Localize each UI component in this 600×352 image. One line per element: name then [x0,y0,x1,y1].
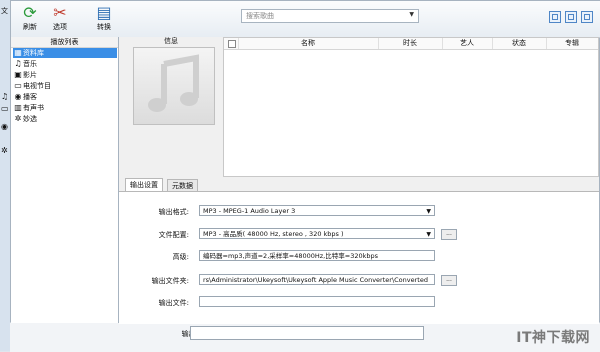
output-format-value: MP3 - MPEG-1 Audio Layer 3 [203,207,296,215]
toolbar: ⟳ 刷新 ✂ 选项 ▤ 转换 搜索歌曲 ▼ [11,1,600,38]
music-note-icon: ♫ [1,92,9,101]
music-note-icon: ♫ [14,59,22,68]
playlist-item-label: 影片 [23,71,37,79]
maximize-button[interactable] [565,11,577,23]
background-output-file-field[interactable] [190,326,424,340]
tab-output-settings[interactable]: 输出设置 [125,178,163,192]
output-format-label: 输出格式: [158,208,189,216]
advanced-label: 高级: [172,253,189,261]
close-button[interactable] [581,11,593,23]
playlist-item-music[interactable]: ♫音乐 [13,59,117,69]
convert-label: 转换 [97,23,111,31]
background-title-fragment: 文 [1,7,8,15]
output-file-field[interactable] [199,296,435,307]
maximize-icon [568,14,574,20]
playlist-item-label: 音乐 [23,60,37,68]
podcast-icon: ◉ [1,122,8,131]
search-input[interactable]: 搜索歌曲 ▼ [241,9,419,23]
book-icon: ▥ [14,103,22,112]
tools-icon: ✂ [53,3,67,22]
chevron-down-icon: ▼ [426,231,431,238]
info-title: 信息 [164,37,178,45]
advanced-value: 编码器=mp3,声道=2,采样率=48000Hz,比特率=320kbps [203,252,378,260]
options-label: 选项 [53,23,67,31]
close-icon [584,14,590,20]
playlist-item-tv-shows[interactable]: ▭电视节目 [13,81,117,91]
convert-icon: ▤ [96,3,112,22]
settings-tabs: 输出设置 元数据 [119,177,599,192]
track-table: 名称 时长 艺人 状态 专辑 [223,37,599,177]
background-output-area: 输出文件: IT神下载网 [10,322,600,352]
minimize-button[interactable] [549,11,561,23]
column-status[interactable]: 状态 [492,38,547,49]
playlist-item-label: 播客 [23,93,37,101]
gear-icon: ✲ [14,114,22,123]
search-placeholder: 搜索歌曲 [246,12,274,20]
column-name[interactable]: 名称 [238,38,379,49]
library-icon: ▦ [14,48,22,57]
refresh-button[interactable]: ⟳ 刷新 [15,3,45,35]
playlist-item-podcasts[interactable]: ◉ 播客 [13,92,117,102]
output-folder-field[interactable]: rs\Administrator\Ukeysoft\Ukeysoft Apple… [199,274,435,285]
profile-value: MP3 - 高品质( 48000 Hz, stereo , 320 kbps ) [203,230,344,238]
table-header: 名称 时长 艺人 状态 专辑 [224,38,598,50]
watermark: IT神下载网 [516,330,590,346]
advanced-field[interactable]: 编码器=mp3,声道=2,采样率=48000Hz,比特率=320kbps [199,250,435,261]
refresh-icon: ⟳ [23,3,37,22]
output-settings-panel: 输出格式: MP3 - MPEG-1 Audio Layer 3 ▼ 文件配置:… [119,191,599,324]
profile-select[interactable]: MP3 - 高品质( 48000 Hz, stereo , 320 kbps )… [199,228,435,239]
output-folder-label: 输出文件夹: [151,277,189,285]
playlist-item-genius[interactable]: ✲ 妙选 [13,114,117,124]
profile-more-button[interactable]: ... [441,229,457,240]
film-icon: ▣ [14,70,22,79]
output-format-select[interactable]: MP3 - MPEG-1 Audio Layer 3 ▼ [199,205,435,216]
playlist-item-label: 资料库 [23,49,44,57]
refresh-label: 刷新 [23,23,37,31]
playlist-panel: 播放列表 ▦资料库 ♫音乐 ▣影片 ▭电视节目 ◉ 播客 ▥有声书 ✲ 妙选 [11,37,119,323]
column-album[interactable]: 专辑 [546,38,598,49]
music-note-icon [148,54,199,112]
info-panel: 信息 [119,37,223,177]
output-folder-value: rs\Administrator\Ukeysoft\Ukeysoft Apple… [203,276,428,284]
column-artist[interactable]: 艺人 [442,38,493,49]
playlist-item-movies[interactable]: ▣影片 [13,70,117,80]
album-art [133,47,215,125]
chevron-down-icon[interactable]: ▼ [409,11,414,18]
options-button[interactable]: ✂ 选项 [45,3,75,35]
profile-label: 文件配置: [158,231,189,239]
chevron-down-icon: ▼ [426,208,431,215]
converter-window: ⟳ 刷新 ✂ 选项 ▤ 转换 搜索歌曲 ▼ 播放列表 ▦资料库 ♫音乐 ▣影片 [10,0,600,324]
playlist-item-label: 电视节目 [23,82,51,90]
playlist-item-label: 妙选 [23,115,37,123]
tv-icon: ▭ [1,104,9,113]
playlist-item-library[interactable]: ▦资料库 [13,48,117,58]
minimize-icon [552,14,558,20]
playlist-header: 播放列表 [11,37,118,48]
select-all-checkbox[interactable] [228,40,236,48]
podcast-icon: ◉ [14,92,22,101]
convert-button[interactable]: ▤ 转换 [89,3,119,35]
tv-icon: ▭ [14,81,22,90]
playlist-item-audiobooks[interactable]: ▥有声书 [13,103,117,113]
column-duration[interactable]: 时长 [378,38,443,49]
playlist-item-label: 有声书 [23,104,44,112]
browse-folder-button[interactable]: ... [441,275,457,286]
select-all-header [224,38,239,49]
gear-icon: ✲ [1,146,8,155]
output-file-label: 输出文件: [158,299,189,307]
